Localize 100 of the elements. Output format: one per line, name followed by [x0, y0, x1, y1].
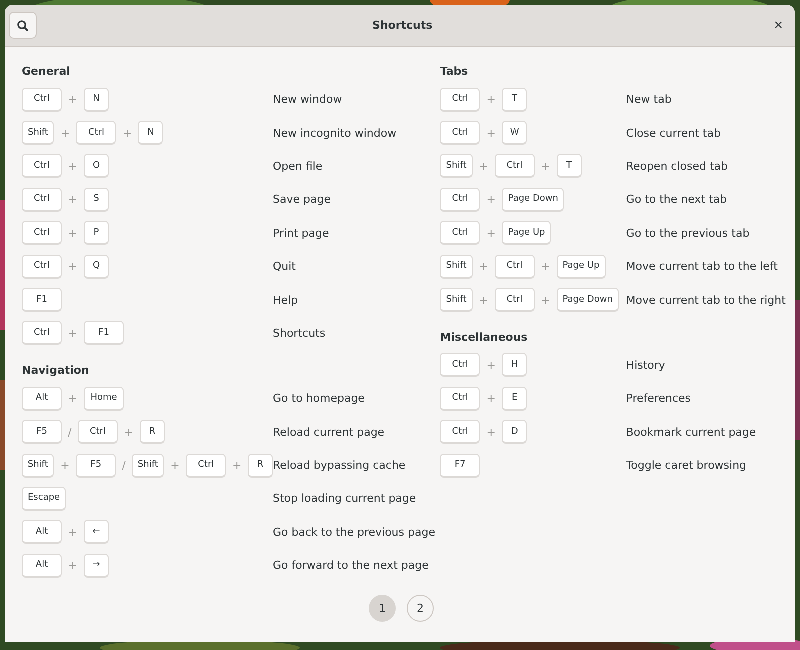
keyboard-key: Page Up — [556, 254, 606, 279]
plus-sign: + — [67, 260, 79, 274]
keyboard-key: N — [84, 88, 109, 112]
plus-sign: + — [60, 459, 71, 472]
keyboard-key: Shift — [132, 454, 164, 478]
keyboard-key: Alt — [22, 554, 62, 578]
plus-sign: + — [486, 358, 497, 372]
keyboard-key: D — [502, 420, 528, 444]
plus-sign: + — [486, 392, 497, 406]
keyboard-key: F5 — [22, 420, 62, 444]
keyboard-key: Q — [84, 254, 109, 279]
keyboard-key: H — [502, 353, 528, 378]
shortcut-description: Toggle caret browsing — [626, 459, 748, 472]
plus-sign: + — [540, 294, 552, 307]
keyboard-key: Ctrl — [78, 420, 118, 444]
shortcut-description: Help — [273, 294, 300, 307]
shortcut-description: Print page — [273, 226, 330, 240]
shortcut-description: Reload current page — [273, 426, 386, 439]
keyboard-key: Home — [84, 386, 124, 411]
keyboard-key: T — [502, 88, 528, 112]
keyboard-key: Shift — [22, 121, 54, 146]
plus-sign: + — [478, 260, 490, 274]
page-button[interactable]: 1 — [369, 595, 396, 622]
keyboard-key: Ctrl — [22, 254, 62, 279]
plus-sign: + — [486, 226, 497, 240]
keyboard-key: T — [556, 154, 582, 178]
keyboard-key: F7 — [440, 454, 480, 478]
keyboard-key: Ctrl — [440, 188, 480, 212]
keyboard-key: Ctrl — [440, 221, 480, 246]
keyboard-key: Shift — [440, 288, 473, 312]
plus-sign: + — [486, 193, 497, 206]
shortcut-description: Stop loading current page — [273, 492, 418, 506]
plus-sign: + — [67, 160, 79, 173]
shortcut-description: Move current tab to the left — [626, 260, 779, 274]
plus-sign: + — [67, 392, 79, 406]
keyboard-key: Ctrl — [186, 454, 226, 478]
plus-sign: + — [540, 160, 552, 173]
keyboard-key: Ctrl — [22, 154, 62, 178]
keyboard-key: Ctrl — [76, 121, 116, 146]
plus-sign: + — [170, 459, 181, 472]
plus-sign: + — [67, 526, 79, 539]
keyboard-key: E — [502, 386, 528, 411]
plus-sign: + — [67, 226, 79, 240]
shortcut-description: Preferences — [626, 392, 692, 406]
plus-sign: + — [123, 426, 135, 439]
section-heading: General — [22, 65, 72, 79]
plus-sign: + — [122, 126, 134, 140]
keyboard-key: Ctrl — [22, 88, 62, 112]
keyboard-key: Ctrl — [494, 154, 535, 178]
plus-sign: + — [60, 126, 72, 140]
plus-sign: + — [67, 559, 79, 572]
keyboard-key: Shift — [440, 154, 473, 178]
keyboard-key: Shift — [440, 254, 473, 279]
shortcut-description: Bookmark current page — [626, 426, 758, 439]
shortcut-description: Reopen closed tab — [626, 160, 730, 173]
plus-sign: + — [67, 326, 79, 340]
slash-separator: / — [67, 426, 73, 439]
close-button[interactable]: × — [768, 17, 789, 34]
plus-sign: + — [486, 126, 497, 140]
slash-separator: / — [121, 459, 127, 472]
keyboard-key: F1 — [22, 288, 62, 312]
shortcut-description: Quit — [273, 260, 297, 274]
keyboard-key: Ctrl — [440, 420, 480, 444]
keyboard-key: Page Down — [556, 288, 619, 312]
keyboard-key: R — [140, 420, 165, 444]
section-heading: Tabs — [440, 65, 470, 79]
search-icon — [17, 20, 29, 32]
keyboard-key: Ctrl — [22, 321, 62, 346]
keyboard-key: Alt — [22, 386, 62, 411]
shortcut-description: Go back to the previous page — [273, 526, 436, 539]
plus-sign: + — [478, 160, 490, 173]
shortcut-description: New incognito window — [273, 126, 398, 140]
shortcut-description: Move current tab to the right — [626, 294, 787, 307]
keyboard-key: S — [84, 188, 109, 212]
keyboard-key: Escape — [22, 486, 66, 511]
keyboard-key: Ctrl — [494, 288, 535, 312]
section-heading: Miscellaneous — [440, 330, 529, 345]
keyboard-key: → — [84, 554, 109, 578]
shortcut-description: Save page — [273, 193, 332, 206]
keyboard-key: R — [248, 454, 273, 478]
keyboard-key: Ctrl — [494, 254, 535, 279]
plus-sign: + — [67, 93, 79, 106]
shortcut-description: New window — [273, 93, 344, 106]
keyboard-key: O — [84, 154, 109, 178]
keyboard-key: Page Down — [502, 188, 564, 212]
shortcut-description: Go forward to the next page — [273, 559, 430, 572]
search-button[interactable] — [9, 12, 37, 39]
shortcut-description: History — [626, 358, 666, 372]
keyboard-key: Ctrl — [440, 88, 480, 112]
shortcut-description: Close current tab — [626, 126, 722, 140]
page-button[interactable]: 2 — [407, 595, 434, 622]
keyboard-key: Ctrl — [440, 386, 480, 411]
shortcut-description: New tab — [626, 93, 673, 106]
window-title: Shortcuts — [372, 19, 434, 32]
keyboard-key: Ctrl — [22, 188, 62, 212]
plus-sign: + — [486, 426, 497, 439]
keyboard-key: ← — [84, 520, 109, 544]
section-heading: Navigation — [22, 364, 90, 378]
plus-sign: + — [540, 260, 552, 274]
keyboard-key: P — [84, 221, 109, 246]
